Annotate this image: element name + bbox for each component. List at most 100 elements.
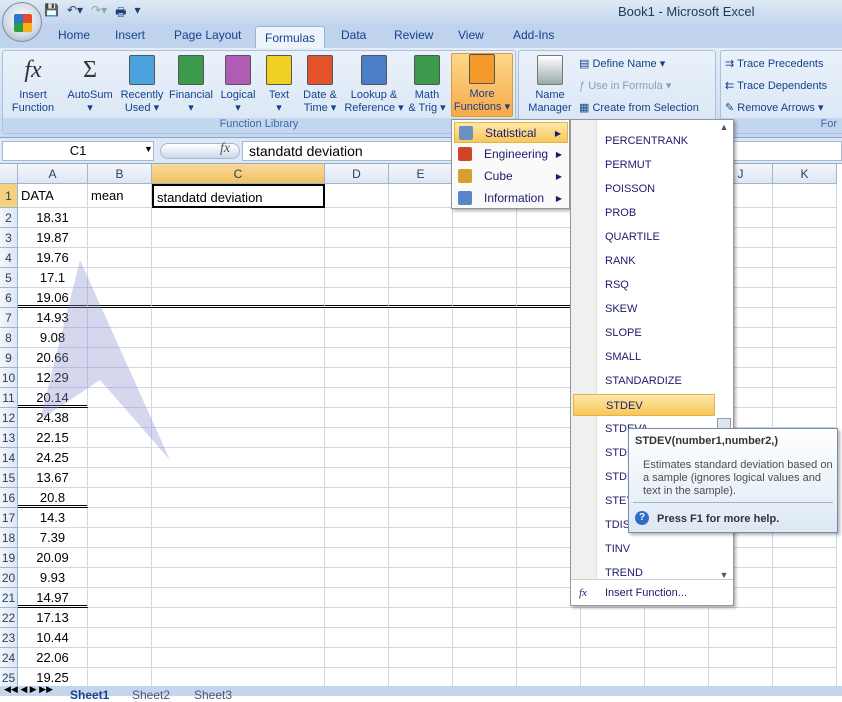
cell-E23[interactable]	[389, 628, 453, 648]
cell-D24[interactable]	[325, 648, 389, 668]
cell-A16[interactable]: 20.8	[18, 488, 88, 508]
function-item-poisson[interactable]: POISSON	[573, 178, 715, 200]
row-header-1[interactable]: 1	[0, 184, 18, 208]
cell-F25[interactable]	[453, 668, 517, 686]
function-item-stdev[interactable]: STDEV	[573, 394, 715, 416]
fx-button[interactable]: fx Insert Function	[7, 55, 59, 115]
row-header-20[interactable]: 20	[0, 568, 18, 588]
cell-K9[interactable]	[773, 348, 837, 368]
cell-C20[interactable]	[152, 568, 325, 588]
cell-D22[interactable]	[325, 608, 389, 628]
cell-K6[interactable]	[773, 288, 837, 308]
cell-D7[interactable]	[325, 308, 389, 328]
select-all-button[interactable]	[0, 164, 18, 184]
cell-J22[interactable]	[709, 608, 773, 628]
column-header-E[interactable]: E	[389, 164, 453, 184]
cell-A17[interactable]: 14.3	[18, 508, 88, 528]
cell-E25[interactable]	[389, 668, 453, 686]
office-button[interactable]	[2, 2, 42, 42]
function-item-prob[interactable]: PROB	[573, 202, 715, 224]
print-icon[interactable]: 🖶	[115, 3, 126, 21]
cell-F15[interactable]	[453, 468, 517, 488]
cell-E24[interactable]	[389, 648, 453, 668]
cell-I24[interactable]	[645, 648, 709, 668]
cell-F18[interactable]	[453, 528, 517, 548]
function-item-tinv[interactable]: TINV	[573, 538, 715, 560]
book-text-button[interactable]: Text ▾	[261, 55, 297, 115]
cell-B17[interactable]	[88, 508, 152, 528]
cell-D16[interactable]	[325, 488, 389, 508]
book-question-button[interactable]: Logical ▾	[217, 55, 259, 115]
cell-D15[interactable]	[325, 468, 389, 488]
trace-dependents-button[interactable]: ⇇ Trace Dependents	[725, 79, 827, 92]
function-item-trend[interactable]: TREND	[573, 562, 715, 584]
cell-E19[interactable]	[389, 548, 453, 568]
cell-B23[interactable]	[88, 628, 152, 648]
function-item-rsq[interactable]: RSQ	[573, 274, 715, 296]
cell-B2[interactable]	[88, 208, 152, 228]
column-header-C[interactable]: C	[152, 164, 325, 184]
cell-C16[interactable]	[152, 488, 325, 508]
cell-D14[interactable]	[325, 448, 389, 468]
cell-K7[interactable]	[773, 308, 837, 328]
column-header-B[interactable]: B	[88, 164, 152, 184]
cell-D9[interactable]	[325, 348, 389, 368]
save-icon[interactable]: 💾	[44, 3, 59, 21]
cell-B21[interactable]	[88, 588, 152, 608]
cell-I22[interactable]	[645, 608, 709, 628]
books-button[interactable]: More Functions ▾	[451, 53, 513, 117]
cell-C3[interactable]	[152, 228, 325, 248]
cell-F2[interactable]	[453, 208, 517, 228]
cell-D23[interactable]	[325, 628, 389, 648]
cell-D4[interactable]	[325, 248, 389, 268]
cell-F13[interactable]	[453, 428, 517, 448]
name-manager-button[interactable]: Name Manager	[523, 55, 577, 115]
cell-D8[interactable]	[325, 328, 389, 348]
cell-F16[interactable]	[453, 488, 517, 508]
row-header-16[interactable]: 16	[0, 488, 18, 508]
cell-K21[interactable]	[773, 588, 837, 608]
row-header-13[interactable]: 13	[0, 428, 18, 448]
tab-page-layout[interactable]: Page Layout	[174, 28, 241, 42]
cell-J24[interactable]	[709, 648, 773, 668]
cell-E12[interactable]	[389, 408, 453, 428]
cell-H23[interactable]	[581, 628, 645, 648]
cell-D25[interactable]	[325, 668, 389, 686]
cell-G23[interactable]	[517, 628, 581, 648]
cell-E3[interactable]	[389, 228, 453, 248]
cell-D1[interactable]	[325, 184, 389, 208]
column-header-K[interactable]: K	[773, 164, 837, 184]
cell-K3[interactable]	[773, 228, 837, 248]
cell-E22[interactable]	[389, 608, 453, 628]
cell-H22[interactable]	[581, 608, 645, 628]
function-item-slope[interactable]: SLOPE	[573, 322, 715, 344]
cell-E16[interactable]	[389, 488, 453, 508]
cell-D6[interactable]	[325, 288, 389, 308]
cell-E15[interactable]	[389, 468, 453, 488]
cell-F7[interactable]	[453, 308, 517, 328]
cell-C17[interactable]	[152, 508, 325, 528]
tab-formulas[interactable]: Formulas	[255, 26, 326, 50]
cell-B25[interactable]	[88, 668, 152, 686]
cell-E20[interactable]	[389, 568, 453, 588]
sheet-nav-icon[interactable]: ◀◀ ◀ ▶ ▶▶	[4, 684, 53, 695]
cell-D11[interactable]	[325, 388, 389, 408]
tab-review[interactable]: Review	[394, 28, 433, 42]
book-theta-button[interactable]: Math & Trig ▾	[407, 55, 447, 115]
cell-B22[interactable]	[88, 608, 152, 628]
trace-precedents-button[interactable]: ⇉ Trace Precedents	[725, 57, 824, 70]
cell-K19[interactable]	[773, 548, 837, 568]
row-header-17[interactable]: 17	[0, 508, 18, 528]
cell-E1[interactable]	[389, 184, 453, 208]
function-item-small[interactable]: SMALL	[573, 346, 715, 368]
row-header-15[interactable]: 15	[0, 468, 18, 488]
cell-D13[interactable]	[325, 428, 389, 448]
row-header-11[interactable]: 11	[0, 388, 18, 408]
cell-G22[interactable]	[517, 608, 581, 628]
cell-F20[interactable]	[453, 568, 517, 588]
cell-A19[interactable]: 20.09	[18, 548, 88, 568]
cell-K5[interactable]	[773, 268, 837, 288]
row-header-18[interactable]: 18	[0, 528, 18, 548]
cell-E7[interactable]	[389, 308, 453, 328]
cell-B18[interactable]	[88, 528, 152, 548]
